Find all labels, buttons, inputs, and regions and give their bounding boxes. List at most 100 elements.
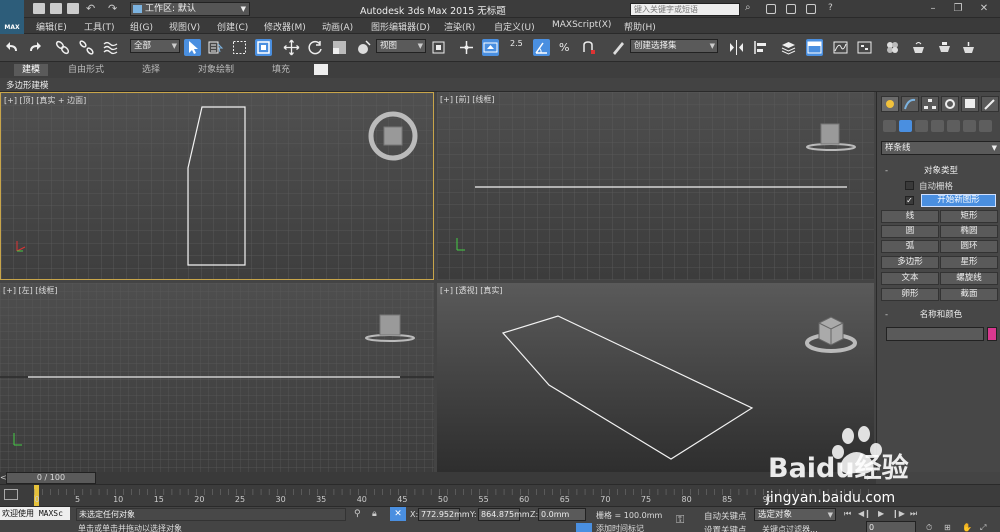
z-coordinate-input[interactable]: 0.0mm: [538, 508, 586, 521]
selection-filter-dropdown[interactable]: 全部 ▼: [130, 39, 180, 53]
auto-key-button[interactable]: 自动关键点: [704, 510, 747, 522]
viewport-front[interactable]: [+] [前] [线框]: [437, 92, 874, 280]
section-button[interactable]: 截面: [940, 288, 998, 301]
layer-manager-icon[interactable]: [780, 39, 797, 56]
menu-modifiers[interactable]: 修改器(M): [264, 20, 306, 33]
restore-icon[interactable]: ❐: [950, 2, 966, 15]
rotate-icon[interactable]: [307, 39, 324, 56]
redo-icon[interactable]: ↷: [108, 2, 117, 15]
menu-help[interactable]: 帮助(H): [624, 20, 656, 33]
set-key-icon[interactable]: ⚿: [676, 513, 684, 527]
app-logo[interactable]: MAX: [0, 0, 24, 34]
viewport-perspective-label[interactable]: [+] [透视] [真实]: [440, 285, 503, 296]
tab-modeling[interactable]: 建模: [14, 64, 49, 76]
menu-group[interactable]: 组(G): [130, 20, 153, 33]
select-manipulate-icon[interactable]: [458, 39, 475, 56]
open-file-icon[interactable]: [50, 3, 62, 14]
tools-icon[interactable]: [786, 4, 796, 14]
menu-maxscript[interactable]: MAXScript(X): [552, 20, 611, 30]
minimize-icon[interactable]: –: [925, 2, 941, 15]
ngon-button[interactable]: 多边形: [881, 256, 939, 269]
circle-button[interactable]: 圆: [881, 225, 939, 238]
modify-panel-tab[interactable]: [901, 96, 919, 112]
align-icon[interactable]: [752, 39, 769, 56]
tab-freeform[interactable]: 自由形式: [60, 64, 112, 76]
star-button[interactable]: 星形: [940, 256, 998, 269]
object-color-swatch[interactable]: [987, 327, 997, 341]
tab-object-paint[interactable]: 对象绘制: [190, 64, 242, 76]
redo-icon[interactable]: [26, 39, 43, 56]
select-object-icon[interactable]: [184, 39, 201, 56]
close-icon[interactable]: ✕: [976, 2, 992, 15]
time-configuration-icon[interactable]: ⏱: [926, 523, 932, 532]
selection-lock-icon[interactable]: 🔒︎: [372, 509, 377, 519]
viewcube-icon[interactable]: [367, 110, 419, 162]
zoom-extents-icon[interactable]: ⊞: [944, 523, 951, 532]
arc-button[interactable]: 弧: [881, 240, 939, 253]
x-coordinate-input[interactable]: 772.952mm: [418, 508, 470, 521]
isolate-selection-icon[interactable]: ⚲: [354, 509, 361, 519]
named-selection-dropdown[interactable]: 创建选择集 ▼: [630, 39, 718, 53]
absolute-relative-toggle[interactable]: ✕: [390, 507, 406, 521]
reference-coordinate-dropdown[interactable]: 视图 ▼: [376, 39, 426, 53]
systems-icon[interactable]: [979, 120, 992, 132]
shape-category-dropdown[interactable]: 样条线 ▼: [881, 141, 1000, 155]
select-by-name-icon[interactable]: [207, 39, 224, 56]
rectangular-selection-icon[interactable]: [231, 39, 248, 56]
new-file-icon[interactable]: [33, 3, 45, 14]
donut-button[interactable]: 圆环: [940, 240, 998, 253]
link-icon[interactable]: [54, 39, 71, 56]
render-setup-icon[interactable]: [910, 39, 927, 56]
tab-selection[interactable]: 选择: [134, 64, 168, 76]
spinner-snap-icon[interactable]: [580, 39, 597, 56]
key-filters-button[interactable]: 关键点过滤器...: [762, 524, 818, 532]
helpers-icon[interactable]: [947, 120, 960, 132]
utilities-panel-tab[interactable]: [981, 96, 999, 112]
undo-icon[interactable]: ↶: [86, 2, 95, 15]
window-crossing-icon[interactable]: [255, 39, 272, 56]
space-warps-icon[interactable]: [963, 120, 976, 132]
pan-view-icon[interactable]: ✋: [962, 523, 972, 532]
hierarchy-panel-tab[interactable]: [921, 96, 939, 112]
menu-tools[interactable]: 工具(T): [84, 20, 115, 33]
move-icon[interactable]: [283, 39, 300, 56]
ribbon-options-icon[interactable]: [314, 64, 328, 75]
search-icon[interactable]: ⌕: [745, 2, 751, 13]
set-key-button[interactable]: 设置关键点: [704, 524, 747, 532]
ellipse-button[interactable]: 椭圆: [940, 225, 998, 238]
time-slider-thumb[interactable]: 0 / 100: [6, 472, 96, 484]
keyboard-shortcut-override-icon[interactable]: [482, 39, 499, 56]
workspace-dropdown[interactable]: 工作区: 默认 ▼: [130, 2, 250, 16]
viewport-left[interactable]: [+] [左] [线框]: [0, 283, 434, 472]
help-icon[interactable]: ?: [828, 3, 833, 13]
geometry-icon[interactable]: [883, 120, 896, 132]
lights-icon[interactable]: [915, 120, 928, 132]
curve-editor-icon[interactable]: [832, 39, 849, 56]
mirror-icon[interactable]: [728, 39, 745, 56]
viewport-front-label[interactable]: [+] [前] [线框]: [440, 94, 495, 105]
viewcube-perspective-icon[interactable]: [805, 309, 861, 355]
search-input[interactable]: 键入关键字或短语: [630, 3, 740, 16]
toggle-ribbon-icon[interactable]: [806, 39, 823, 56]
create-panel-tab[interactable]: [881, 96, 899, 112]
viewport-top-label[interactable]: [+] [顶] [真实 + 边面]: [4, 95, 86, 106]
maximize-viewport-icon[interactable]: ⤢: [980, 523, 986, 532]
text-button[interactable]: 文本: [881, 272, 939, 285]
edit-named-selection-icon[interactable]: [610, 39, 627, 56]
auto-grid-checkbox[interactable]: [905, 181, 914, 190]
cameras-icon[interactable]: [931, 120, 944, 132]
favorites-icon[interactable]: [806, 4, 816, 14]
menu-create[interactable]: 创建(C): [217, 20, 248, 33]
object-type-rollout[interactable]: - 对象类型: [881, 165, 1000, 177]
start-new-shape-checkbox[interactable]: ✓: [905, 196, 914, 205]
spline-shape-perspective[interactable]: [501, 315, 754, 460]
bind-space-warp-icon[interactable]: [102, 39, 119, 56]
egg-button[interactable]: 卵形: [881, 288, 939, 301]
undo-icon[interactable]: [4, 39, 21, 56]
mini-curve-editor-icon[interactable]: [4, 489, 18, 500]
place-object-icon[interactable]: [355, 39, 372, 56]
maxscript-listener[interactable]: 欢迎使用 MAXSc: [0, 507, 70, 520]
menu-animation[interactable]: 动画(A): [322, 20, 353, 33]
start-new-shape-button[interactable]: 开始新图形: [921, 194, 996, 207]
menu-rendering[interactable]: 渲染(R): [444, 20, 475, 33]
